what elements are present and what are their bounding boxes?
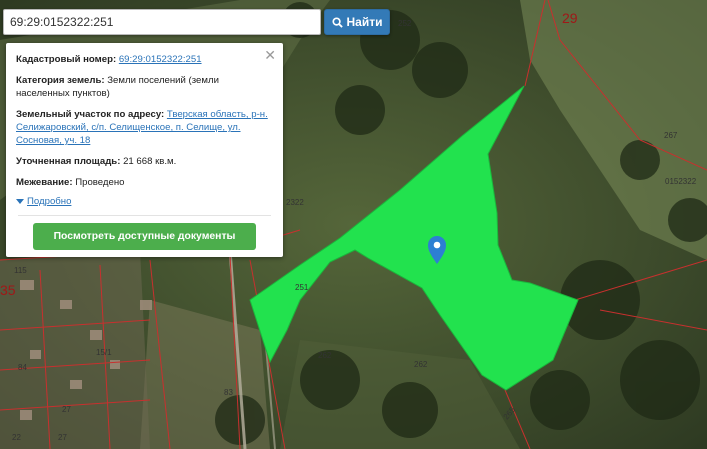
map-label: 35 [0,282,16,298]
cadastral-link[interactable]: 69:29:0152322:251 [119,54,202,65]
map-label: 27 [58,433,67,442]
map-label: 83 [224,388,233,397]
map-label: 2322 [286,198,304,207]
address-row: Земельный участок по адресу: Тверская об… [16,108,273,147]
map-label: 84 [18,363,27,372]
search-button[interactable]: Найти [324,9,390,35]
category-label: Категория земель: [16,75,105,86]
search-box[interactable] [3,9,321,35]
map-label: 27 [62,405,71,414]
map-label: 22 [12,433,21,442]
search-icon [331,16,343,28]
map-label: 252 [398,19,412,28]
survey-value: Проведено [75,177,125,188]
map-label: 29 [562,10,578,26]
parcel-info-popup: ✕ Кадастровый номер: 69:29:0152322:251 К… [6,43,283,257]
survey-label: Межевание: [16,177,73,188]
details-link[interactable]: Подробно [27,195,71,208]
address-label: Земельный участок по адресу: [16,109,165,120]
map-label: 262 [414,360,428,369]
map-label: 115 [14,266,27,275]
divider [18,215,271,216]
category-row: Категория земель: Земли поселений (земли… [16,74,273,100]
survey-row: Межевание: Проведено [16,176,273,189]
map-label: 262 [318,351,332,360]
area-label: Уточненная площадь: [16,156,121,167]
triangle-down-icon [16,199,24,204]
close-icon[interactable]: ✕ [264,48,276,62]
cadastral-label: Кадастровый номер: [16,54,117,65]
map-label: 267 [664,131,678,140]
details-toggle[interactable]: Подробно [16,195,273,208]
map-label: 251 [295,283,309,292]
map-label: 15/1 [96,348,112,357]
view-documents-button[interactable]: Посмотреть доступные документы [33,223,256,250]
cadastral-row: Кадастровый номер: 69:29:0152322:251 [16,53,273,66]
area-value: 21 668 кв.м. [123,156,177,167]
area-row: Уточненная площадь: 21 668 кв.м. [16,155,273,168]
search-input[interactable] [4,10,320,34]
search-button-label: Найти [346,15,383,29]
map-label: 0152322 [665,177,697,186]
